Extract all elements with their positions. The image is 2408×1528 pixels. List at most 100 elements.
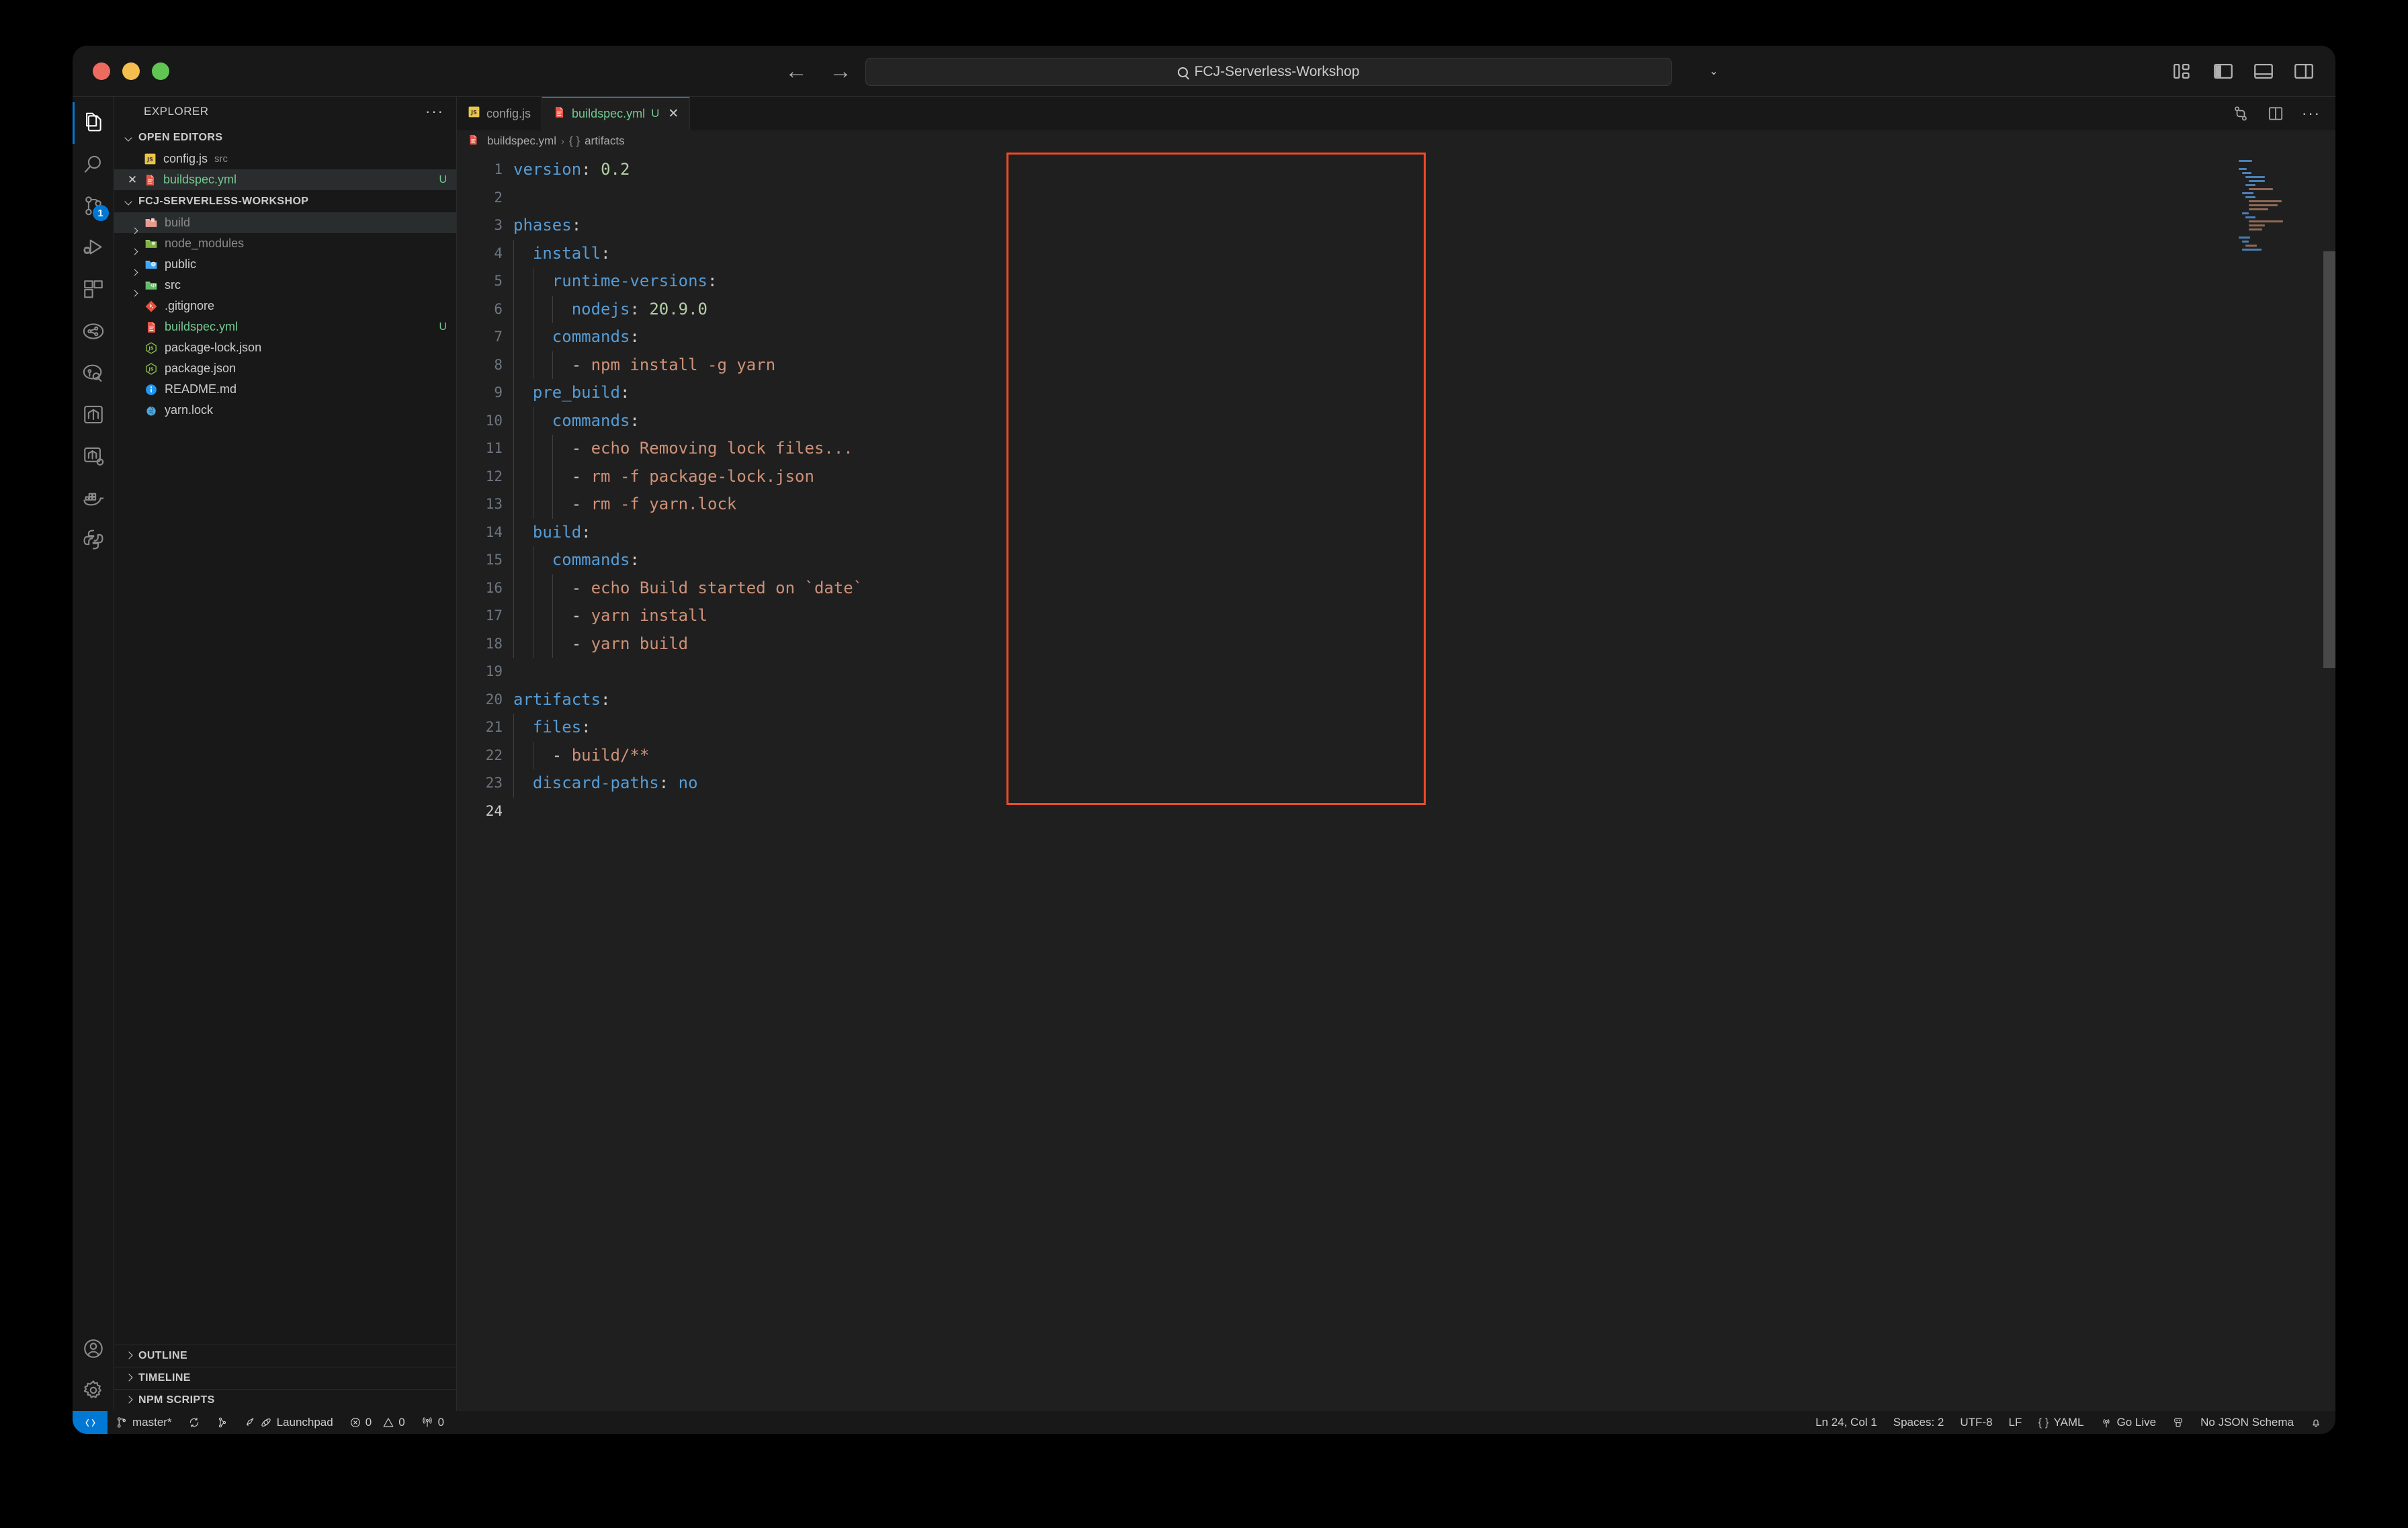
gear-icon	[83, 1380, 101, 1398]
sidebar-item-terraform[interactable]	[73, 394, 114, 435]
braces-icon: { }	[569, 134, 580, 147]
close-window-button[interactable]	[93, 62, 110, 80]
section-project-root[interactable]: FCJ-SERVERLESS-WORKSHOP	[114, 190, 456, 212]
sidebar-item-python[interactable]	[73, 519, 114, 560]
tab-label: config.js	[486, 106, 531, 120]
sidebar-item-docker[interactable]	[73, 477, 114, 519]
back-icon[interactable]: ←	[785, 60, 808, 83]
tree-item-buildspec-yml[interactable]: buildspec.yml U	[114, 316, 456, 337]
warning-icon	[383, 1418, 394, 1427]
tree-item-public[interactable]: public	[114, 254, 456, 275]
minimap[interactable]	[2235, 152, 2335, 1411]
sidebar-item-terraform-cloud[interactable]	[73, 435, 114, 477]
scrollbar-thumb[interactable]	[2323, 251, 2335, 668]
customize-layout-icon[interactable]	[2172, 60, 2194, 83]
aws-toolkit-icon	[83, 323, 103, 339]
compare-changes-icon[interactable]	[2232, 105, 2249, 122]
remote-window-indicator[interactable]: ⌄	[1705, 65, 1718, 78]
status-remote-indicator[interactable]	[73, 1411, 108, 1434]
breadcrumb-symbol[interactable]: artifacts	[585, 134, 625, 148]
status-git-graph[interactable]	[208, 1411, 236, 1434]
open-editor-buildspec-yml[interactable]: ✕ buildspec.yml U	[114, 169, 456, 190]
toggle-panel-icon[interactable]	[2252, 60, 2275, 83]
status-problems[interactable]: 0 0	[341, 1411, 413, 1434]
breadcrumb-file[interactable]: buildspec.yml	[487, 134, 556, 148]
status-encoding[interactable]: UTF-8	[1952, 1411, 2000, 1434]
remote-account-icon	[2174, 1418, 2182, 1427]
manage-settings-button[interactable]	[73, 1369, 114, 1411]
tab-buildspec-yml[interactable]: buildspec.yml U ✕	[542, 97, 691, 130]
status-git-branch[interactable]: master*	[108, 1411, 180, 1434]
section-timeline[interactable]: TIMELINE	[114, 1367, 456, 1389]
command-center-search[interactable]: FCJ-Serverless-Workshop	[865, 58, 1672, 86]
yaml-file-icon	[142, 320, 160, 335]
editor-scrollbar[interactable]	[2321, 152, 2335, 1411]
tree-item-node-modules[interactable]: node_modules	[114, 233, 456, 254]
sidebar-item-aws-explorer[interactable]	[73, 352, 114, 394]
source-control-badge: 1	[92, 205, 109, 221]
status-editor-position[interactable]: Ln 24, Col 1	[1807, 1411, 1885, 1434]
indent-guide	[552, 435, 553, 519]
section-open-editors[interactable]: OPEN EDITORS	[114, 126, 456, 148]
line-number: 15	[485, 552, 503, 568]
npm-file-icon: JS	[142, 362, 160, 376]
git-status-badge: U	[439, 321, 447, 333]
close-icon[interactable]: ✕	[668, 106, 679, 122]
close-editor-icon[interactable]: ✕	[124, 174, 141, 185]
yaml-file-icon	[553, 105, 566, 123]
more-actions-icon[interactable]: ···	[2302, 105, 2321, 122]
status-go-live[interactable]: Go Live	[2092, 1411, 2165, 1434]
sidebar-item-source-control[interactable]: 1	[73, 185, 114, 227]
status-notifications[interactable]	[2302, 1411, 2335, 1434]
open-editor-config-js[interactable]: JS config.js src	[114, 148, 456, 169]
status-eol[interactable]: LF	[2001, 1411, 2030, 1434]
sidebar-item-search[interactable]	[73, 144, 114, 185]
section-npm-scripts[interactable]: NPM SCRIPTS	[114, 1389, 456, 1411]
code-editor[interactable]: 1 2 3 4 5 6 7 8 9 10 11 12 13 14 15 16 17 18 19 20 21 22 23 24 …	[457, 152, 2335, 1411]
minimap-line	[2249, 228, 2263, 230]
status-sync-changes[interactable]	[180, 1411, 208, 1434]
toggle-primary-sidebar-icon[interactable]	[2212, 60, 2235, 83]
sidebar-more-actions-icon[interactable]: ···	[425, 103, 444, 120]
accounts-button[interactable]	[73, 1328, 114, 1369]
section-outline[interactable]: OUTLINE	[114, 1345, 456, 1367]
tree-item-readme-md[interactable]: README.md	[114, 379, 456, 400]
code-line: pre_build:	[532, 383, 630, 402]
indent-guide	[552, 574, 553, 658]
tab-config-js[interactable]: JS config.js	[457, 97, 543, 130]
line-number-gutter: 1 2 3 4 5 6 7 8 9 10 11 12 13 14 15 16 17 18 19 20 21 22 23 24	[457, 152, 503, 825]
sidebar-item-aws-toolkit[interactable]	[73, 310, 114, 352]
terraform-icon	[83, 405, 103, 424]
status-indentation[interactable]: Spaces: 2	[1885, 1411, 1952, 1434]
status-language-mode[interactable]: { } YAML	[2030, 1411, 2092, 1434]
sidebar-item-explorer[interactable]	[73, 102, 114, 144]
sidebar-bottom-sections: OUTLINE TIMELINE NPM SCRIPTS	[114, 1345, 456, 1411]
minimize-window-button[interactable]	[122, 62, 140, 80]
code-line: nodejs: 20.9.0	[571, 299, 708, 319]
sidebar-item-extensions[interactable]	[73, 269, 114, 310]
braces-icon: { }	[2038, 1416, 2049, 1429]
line-number: 16	[485, 579, 503, 596]
line-number: 8	[494, 356, 503, 373]
tree-item-package-lock-json[interactable]: JS package-lock.json	[114, 337, 456, 358]
toggle-secondary-sidebar-icon[interactable]	[2292, 60, 2315, 83]
code-text[interactable]: version: 0.2 phases: install: runtime-ve…	[503, 152, 863, 825]
sidebar-item-run-and-debug[interactable]	[73, 227, 114, 269]
status-launchpad[interactable]: Launchpad	[236, 1411, 341, 1434]
code-line: version: 0.2	[513, 160, 630, 179]
maximize-window-button[interactable]	[152, 62, 169, 80]
tree-item-src[interactable]: src	[114, 275, 456, 296]
status-remote-account[interactable]	[2164, 1411, 2192, 1434]
tree-item-build[interactable]: build	[114, 212, 456, 233]
status-json-schema[interactable]: No JSON Schema	[2192, 1411, 2302, 1434]
tree-item-package-json[interactable]: JS package.json	[114, 358, 456, 379]
status-ports[interactable]: 0	[413, 1411, 452, 1434]
account-icon	[83, 1339, 103, 1358]
command-center-label: FCJ-Serverless-Workshop	[1194, 64, 1360, 79]
code-content: 1 2 3 4 5 6 7 8 9 10 11 12 13 14 15 16 17 18 19 20 21 22 23 24 …	[457, 152, 2335, 825]
tree-item-gitignore[interactable]: .gitignore	[114, 296, 456, 316]
split-editor-icon[interactable]	[2267, 105, 2284, 122]
tree-item-yarn-lock[interactable]: yarn.lock	[114, 400, 456, 421]
forward-icon[interactable]: →	[829, 60, 852, 83]
